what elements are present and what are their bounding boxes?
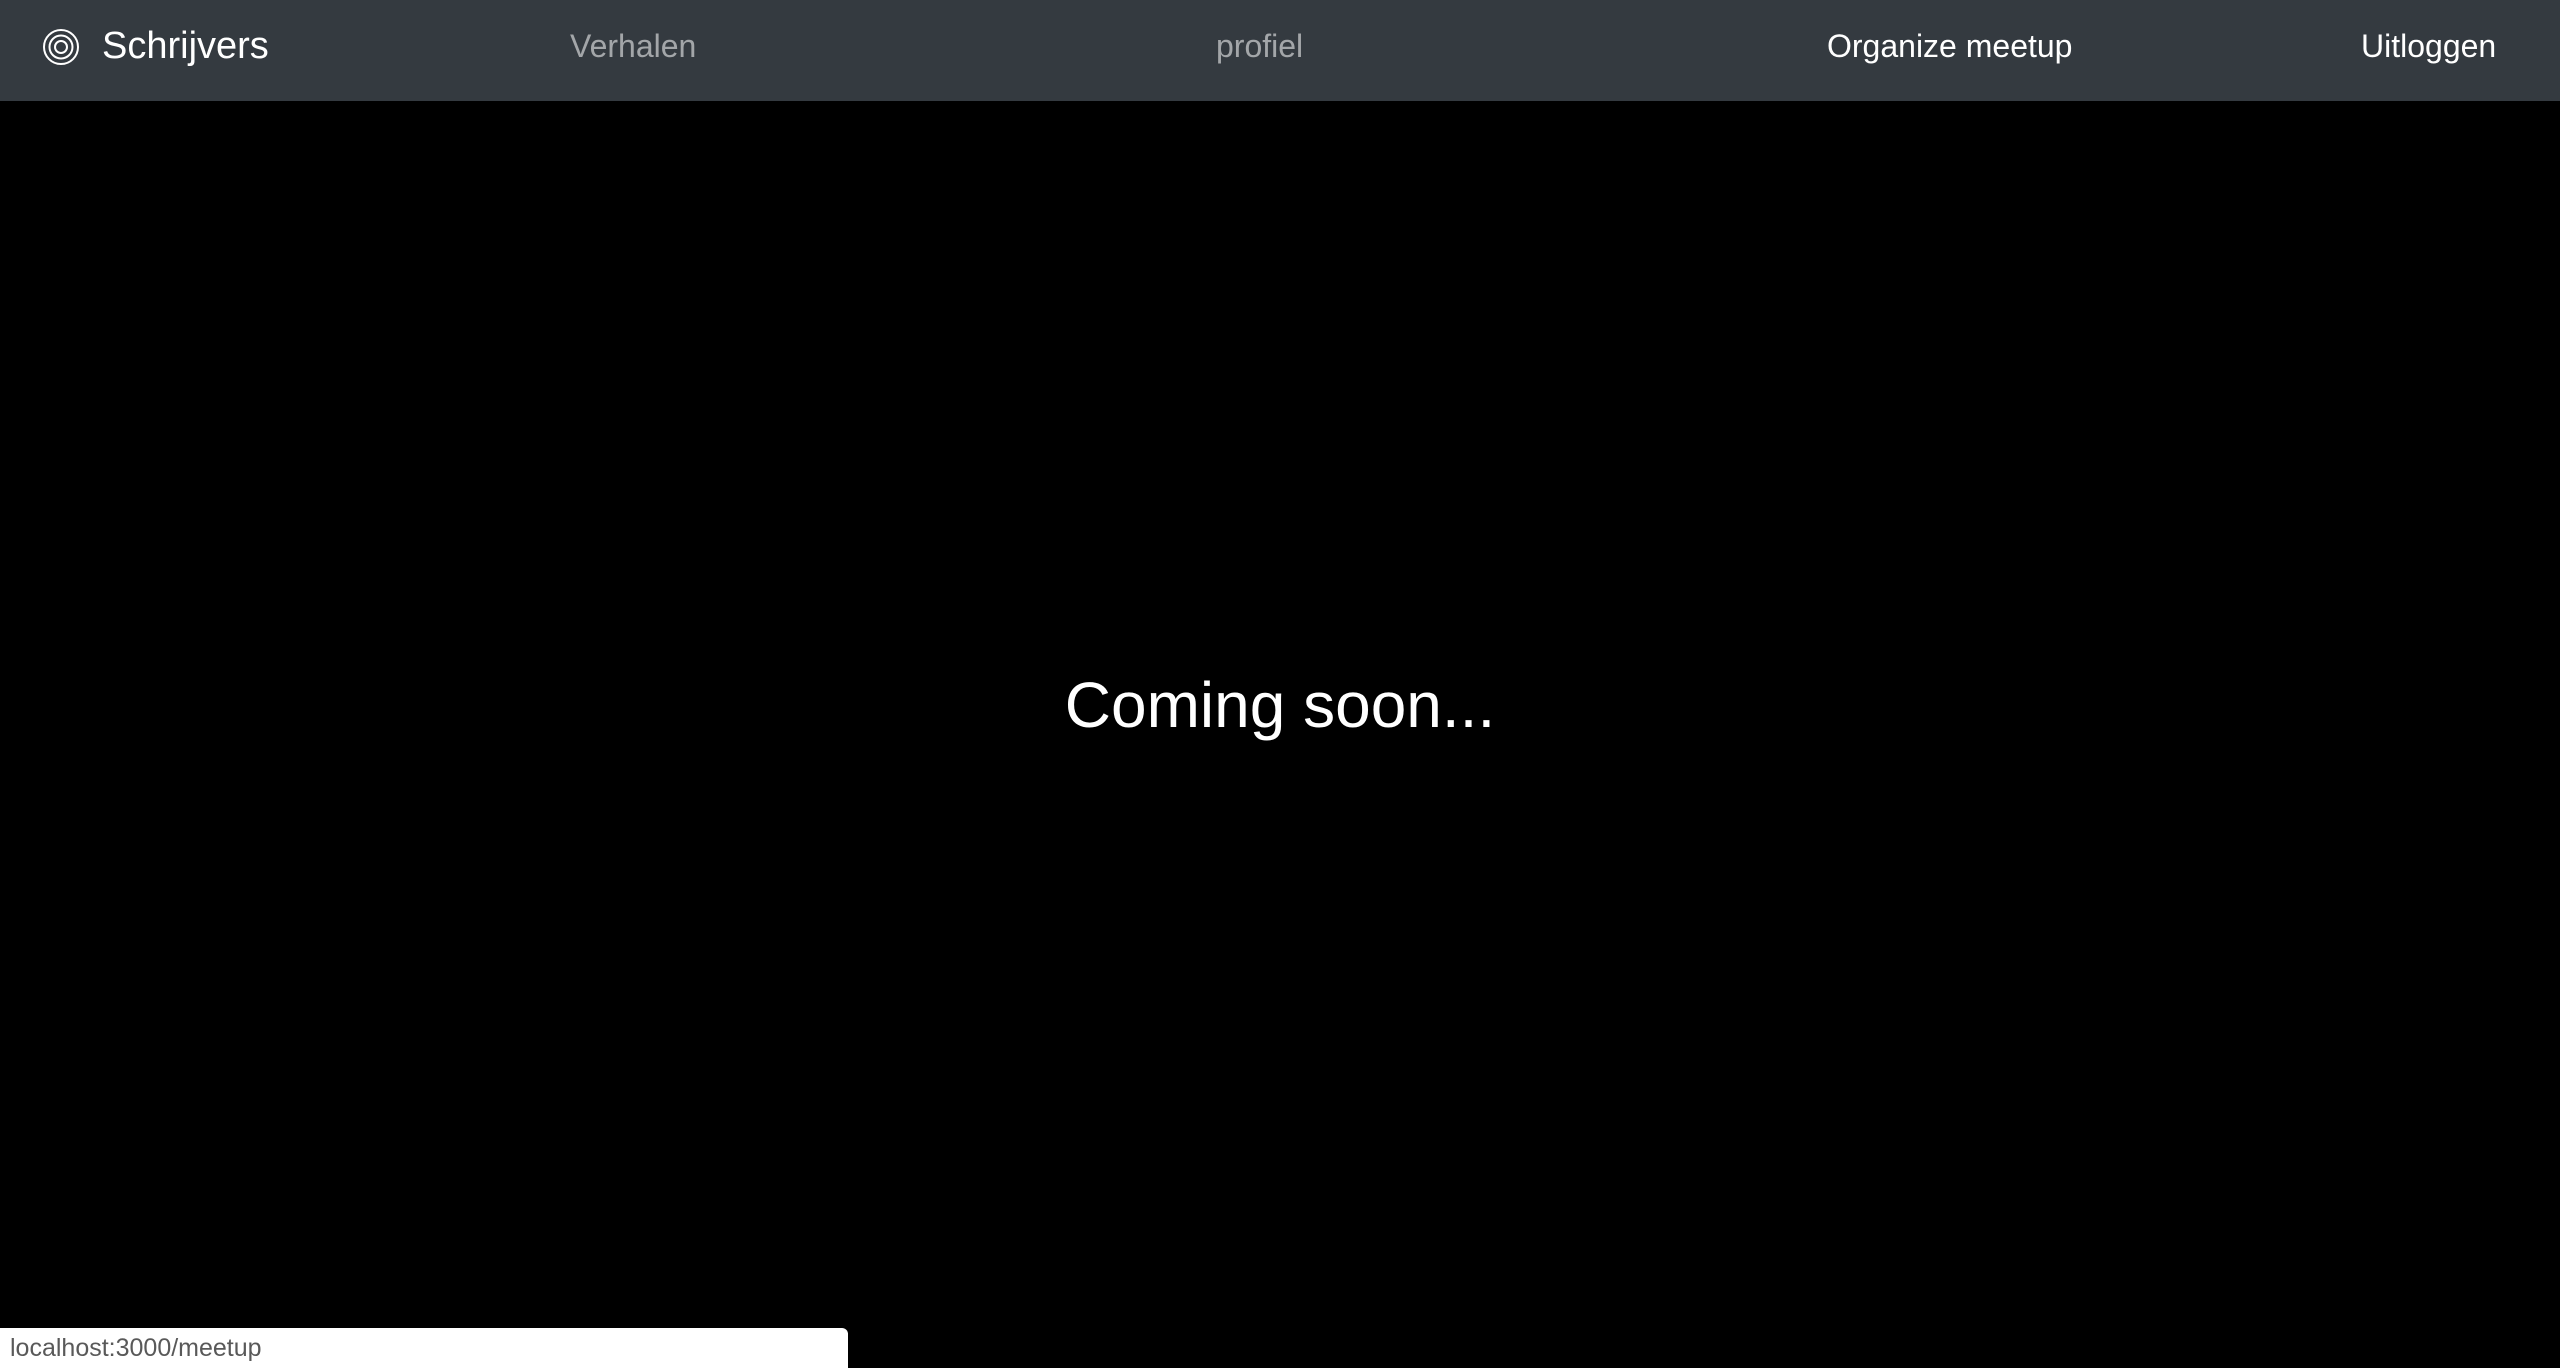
- nav-link-verhalen[interactable]: Verhalen: [570, 0, 696, 93]
- concentric-circles-icon: [43, 28, 79, 65]
- brand-label: Schrijvers: [102, 25, 269, 67]
- brand-link[interactable]: Schrijvers: [42, 0, 269, 93]
- browser-status-bar: localhost:3000/meetup: [0, 1328, 848, 1368]
- nav-link-uitloggen[interactable]: Uitloggen: [2361, 0, 2496, 93]
- nav-link-organize-meetup[interactable]: Organize meetup: [1827, 0, 2072, 93]
- nav-link-profiel[interactable]: profiel: [1216, 0, 1303, 93]
- navbar: Schrijvers Verhalen profiel Organize mee…: [0, 0, 2560, 101]
- status-bar-url: localhost:3000/meetup: [10, 1333, 262, 1362]
- main-content: Coming soon...: [0, 101, 2560, 1368]
- coming-soon-heading: Coming soon...: [1064, 669, 1496, 741]
